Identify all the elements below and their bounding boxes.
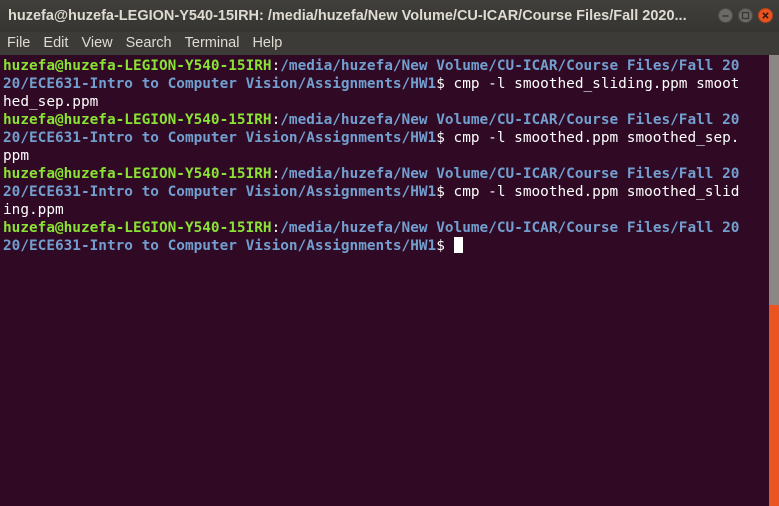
command-text: ing.ppm	[3, 202, 64, 218]
command-text: $	[436, 238, 454, 254]
terminal-line: 20/ECE631-Intro to Computer Vision/Assig…	[3, 75, 769, 93]
menu-help[interactable]: Help	[252, 32, 282, 55]
prompt-path: 20/ECE631-Intro to Computer Vision/Assig…	[3, 76, 437, 92]
minimize-icon	[722, 15, 729, 17]
command-text: $ cmp -l smoothed.ppm smoothed_sep.	[436, 130, 740, 146]
terminal-line: 20/ECE631-Intro to Computer Vision/Assig…	[3, 237, 769, 255]
menu-terminal[interactable]: Terminal	[185, 32, 240, 55]
prompt-user: huzefa@huzefa-LEGION-Y540-15IRH	[3, 58, 272, 74]
terminal-line: huzefa@huzefa-LEGION-Y540-15IRH:/media/h…	[3, 111, 769, 129]
prompt-path: 20/ECE631-Intro to Computer Vision/Assig…	[3, 130, 437, 146]
menu-file[interactable]: File	[7, 32, 30, 55]
command-text: ppm	[3, 148, 29, 164]
menu-edit[interactable]: Edit	[43, 32, 68, 55]
menu-bar: File Edit View Search Terminal Help	[0, 32, 779, 55]
scrollbar-position-indicator	[769, 305, 779, 506]
minimize-button[interactable]	[718, 8, 733, 23]
prompt-user: huzefa@huzefa-LEGION-Y540-15IRH	[3, 166, 272, 182]
command-text: $ cmp -l smoothed.ppm smoothed_slid	[436, 184, 740, 200]
prompt-user: huzefa@huzefa-LEGION-Y540-15IRH	[3, 220, 272, 236]
prompt-path: 20/ECE631-Intro to Computer Vision/Assig…	[3, 184, 437, 200]
prompt-colon: :	[271, 166, 281, 182]
prompt-path: /media/huzefa/New Volume/CU-ICAR/Course …	[280, 58, 740, 74]
prompt-colon: :	[271, 220, 281, 236]
menu-view[interactable]: View	[81, 32, 112, 55]
terminal-line: hed_sep.ppm	[3, 93, 769, 111]
terminal-output[interactable]: huzefa@huzefa-LEGION-Y540-15IRH:/media/h…	[3, 57, 769, 255]
prompt-colon: :	[271, 112, 281, 128]
terminal-line: huzefa@huzefa-LEGION-Y540-15IRH:/media/h…	[3, 57, 769, 75]
close-icon	[762, 12, 769, 19]
terminal-line: huzefa@huzefa-LEGION-Y540-15IRH:/media/h…	[3, 219, 769, 237]
command-text: hed_sep.ppm	[3, 94, 99, 110]
terminal-window: huzefa@huzefa-LEGION-Y540-15IRH: /media/…	[0, 0, 779, 506]
terminal-line: ing.ppm	[3, 201, 769, 219]
window-title: huzefa@huzefa-LEGION-Y540-15IRH: /media/…	[8, 8, 687, 24]
prompt-path: /media/huzefa/New Volume/CU-ICAR/Course …	[280, 220, 740, 236]
menu-search[interactable]: Search	[126, 32, 172, 55]
title-bar[interactable]: huzefa@huzefa-LEGION-Y540-15IRH: /media/…	[0, 0, 779, 32]
terminal-line: ppm	[3, 147, 769, 165]
prompt-path: /media/huzefa/New Volume/CU-ICAR/Course …	[280, 112, 740, 128]
terminal-line: huzefa@huzefa-LEGION-Y540-15IRH:/media/h…	[3, 165, 769, 183]
command-text: $ cmp -l smoothed_sliding.ppm smoot	[436, 76, 740, 92]
close-button[interactable]	[758, 8, 773, 23]
scrollbar-thumb[interactable]	[769, 55, 779, 305]
prompt-user: huzefa@huzefa-LEGION-Y540-15IRH	[3, 112, 272, 128]
terminal-line: 20/ECE631-Intro to Computer Vision/Assig…	[3, 129, 769, 147]
text-cursor	[453, 237, 463, 253]
maximize-button[interactable]	[738, 8, 753, 23]
maximize-icon	[741, 11, 750, 20]
terminal-line: 20/ECE631-Intro to Computer Vision/Assig…	[3, 183, 769, 201]
prompt-colon: :	[271, 58, 281, 74]
prompt-path: 20/ECE631-Intro to Computer Vision/Assig…	[3, 238, 437, 254]
prompt-path: /media/huzefa/New Volume/CU-ICAR/Course …	[280, 166, 740, 182]
